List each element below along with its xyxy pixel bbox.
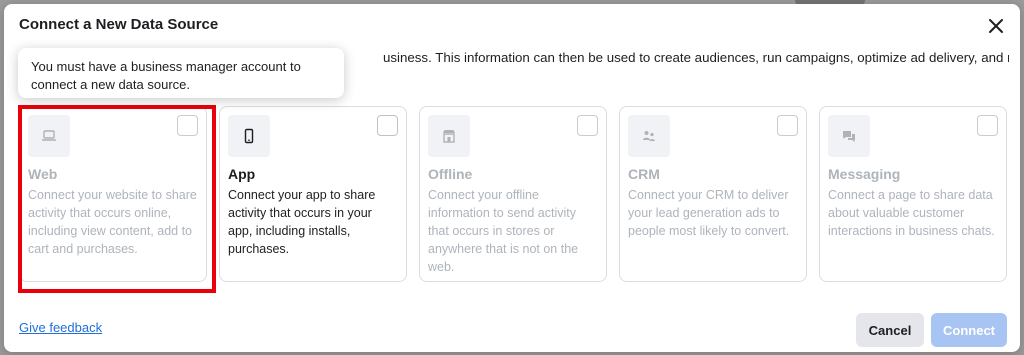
source-title: Offline: [428, 166, 473, 182]
source-icon-box: [628, 115, 670, 157]
people-icon: [643, 131, 655, 141]
chat-icon: [843, 131, 855, 142]
source-icon-box: [228, 115, 270, 157]
source-title: Web: [28, 166, 58, 182]
source-card-app[interactable]: App Connect your app to share activity t…: [219, 106, 407, 282]
dialog-title: Connect a New Data Source: [19, 16, 219, 33]
source-card-crm[interactable]: CRM Connect your CRM to deliver your lea…: [619, 106, 807, 282]
cancel-button[interactable]: Cancel: [856, 313, 924, 347]
business-manager-tooltip: You must have a business manager account…: [18, 48, 344, 98]
source-title: CRM: [628, 166, 660, 182]
source-card-web[interactable]: Web Connect your website to share activi…: [19, 106, 207, 282]
give-feedback-link[interactable]: Give feedback: [19, 320, 102, 335]
phone-icon: [244, 128, 254, 144]
source-description: Connect your website to share activity t…: [28, 188, 197, 256]
source-checkbox-app[interactable]: [377, 115, 398, 136]
source-checkbox-offline[interactable]: [577, 115, 598, 136]
source-card-messaging[interactable]: Messaging Connect a page to share data a…: [819, 106, 1007, 282]
connect-data-source-dialog: Connect a New Data Source usiness. This …: [4, 4, 1020, 352]
source-description: Connect a page to share data about valua…: [828, 188, 995, 238]
source-title: Messaging: [828, 166, 901, 182]
source-description: Connect your app to share activity that …: [228, 188, 376, 256]
close-button[interactable]: [986, 16, 1006, 36]
source-icon-box: [828, 115, 870, 157]
laptop-icon: [41, 130, 57, 141]
source-checkbox-crm[interactable]: [777, 115, 798, 136]
source-checkbox-messaging[interactable]: [977, 115, 998, 136]
source-description: Connect your CRM to deliver your lead ge…: [628, 188, 790, 238]
source-checkbox-web[interactable]: [177, 115, 198, 136]
store-icon: [443, 130, 455, 143]
source-icon-box: [428, 115, 470, 157]
connect-button[interactable]: Connect: [931, 313, 1007, 347]
source-description: Connect your offline information to send…: [428, 188, 579, 274]
source-title: App: [228, 166, 256, 182]
source-card-offline[interactable]: Offline Connect your offline information…: [419, 106, 607, 282]
source-icon-box: [28, 115, 70, 157]
close-icon: [989, 19, 1003, 33]
